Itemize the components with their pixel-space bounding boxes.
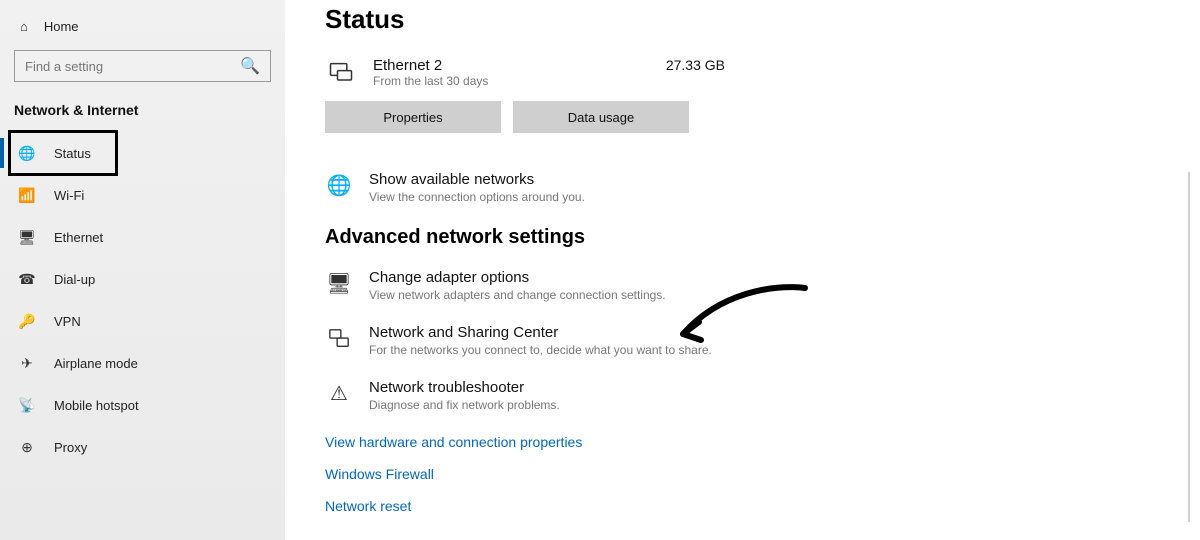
nav-list: 🌐 Status 📶 Wi-Fi 🖥 Ethernet ☎ Dial-up 🔑 … xyxy=(0,132,285,468)
show-available-networks-tile[interactable]: 🌐 Show available networks View the conne… xyxy=(325,171,1160,204)
main-panel: Status Ethernet 2 From the last 30 days … xyxy=(285,0,1200,540)
properties-button[interactable]: Properties xyxy=(325,101,501,133)
advanced-heading: Advanced network settings xyxy=(325,226,1160,249)
sidebar-item-airplane[interactable]: ✈ Airplane mode xyxy=(0,342,285,384)
change-adapter-tile[interactable]: 🖥 Change adapter options View network ad… xyxy=(325,269,1160,302)
network-monitor-icon xyxy=(325,57,357,89)
network-sub: From the last 30 days xyxy=(373,74,650,88)
sidebar-item-label: Mobile hotspot xyxy=(54,398,139,413)
sidebar-item-label: Airplane mode xyxy=(54,356,138,371)
search-icon: 🔍 xyxy=(240,56,260,76)
settings-sidebar: ⌂ Home 🔍 Network & Internet 🌐 Status 📶 W… xyxy=(0,0,285,540)
home-label: Home xyxy=(44,19,79,34)
sidebar-item-label: Status xyxy=(54,146,91,161)
network-reset-link[interactable]: Network reset xyxy=(325,498,1160,514)
sidebar-item-label: Dial-up xyxy=(54,272,95,287)
search-input[interactable]: 🔍 xyxy=(14,50,271,82)
windows-firewall-link[interactable]: Windows Firewall xyxy=(325,466,1160,482)
sidebar-item-label: Wi-Fi xyxy=(54,188,84,203)
airplane-icon: ✈ xyxy=(18,355,36,372)
page-title: Status xyxy=(325,4,1160,35)
tile-title: Change adapter options xyxy=(369,269,666,286)
section-heading: Network & Internet xyxy=(0,94,285,132)
network-sharing-center-tile[interactable]: Network and Sharing Center For the netwo… xyxy=(325,324,1160,357)
sharing-icon xyxy=(325,324,353,352)
ethernet-icon: 🖥 xyxy=(18,229,36,246)
sidebar-item-proxy[interactable]: ⊕ Proxy xyxy=(0,426,285,468)
sidebar-item-vpn[interactable]: 🔑 VPN xyxy=(0,300,285,342)
warning-icon: ⚠ xyxy=(325,379,353,407)
adapter-icon: 🖥 xyxy=(325,269,353,297)
proxy-icon: ⊕ xyxy=(18,439,36,456)
sidebar-item-label: Proxy xyxy=(54,440,87,455)
sidebar-item-label: Ethernet xyxy=(54,230,103,245)
sidebar-item-ethernet[interactable]: 🖥 Ethernet xyxy=(0,216,285,258)
globe-icon: 🌐 xyxy=(325,171,353,199)
tile-title: Show available networks xyxy=(369,171,585,188)
tile-subtitle: View network adapters and change connect… xyxy=(369,288,666,302)
data-usage-button[interactable]: Data usage xyxy=(513,101,689,133)
tile-subtitle: Diagnose and fix network problems. xyxy=(369,398,560,412)
tile-title: Network and Sharing Center xyxy=(369,324,712,341)
network-troubleshooter-tile[interactable]: ⚠ Network troubleshooter Diagnose and fi… xyxy=(325,379,1160,412)
dialup-icon: ☎ xyxy=(18,271,36,288)
search-field[interactable] xyxy=(25,59,240,74)
tile-subtitle: View the connection options around you. xyxy=(369,190,585,204)
sidebar-item-wifi[interactable]: 📶 Wi-Fi xyxy=(0,174,285,216)
tile-title: Network troubleshooter xyxy=(369,379,560,396)
home-icon: ⌂ xyxy=(20,19,28,34)
sidebar-item-dialup[interactable]: ☎ Dial-up xyxy=(0,258,285,300)
home-button[interactable]: ⌂ Home xyxy=(0,8,285,44)
network-usage: 27.33 GB xyxy=(666,57,745,73)
hardware-properties-link[interactable]: View hardware and connection properties xyxy=(325,434,1160,450)
network-summary: Ethernet 2 From the last 30 days 27.33 G… xyxy=(325,57,745,89)
sidebar-item-hotspot[interactable]: 📡 Mobile hotspot xyxy=(0,384,285,426)
tile-subtitle: For the networks you connect to, decide … xyxy=(369,343,712,357)
status-icon: 🌐 xyxy=(18,145,36,162)
vpn-icon: 🔑 xyxy=(18,313,36,330)
scrollbar[interactable] xyxy=(1188,172,1190,522)
wifi-icon: 📶 xyxy=(18,187,36,204)
network-name: Ethernet 2 xyxy=(373,57,650,74)
sidebar-item-status[interactable]: 🌐 Status xyxy=(0,132,285,174)
hotspot-icon: 📡 xyxy=(18,397,36,414)
sidebar-item-label: VPN xyxy=(54,314,81,329)
